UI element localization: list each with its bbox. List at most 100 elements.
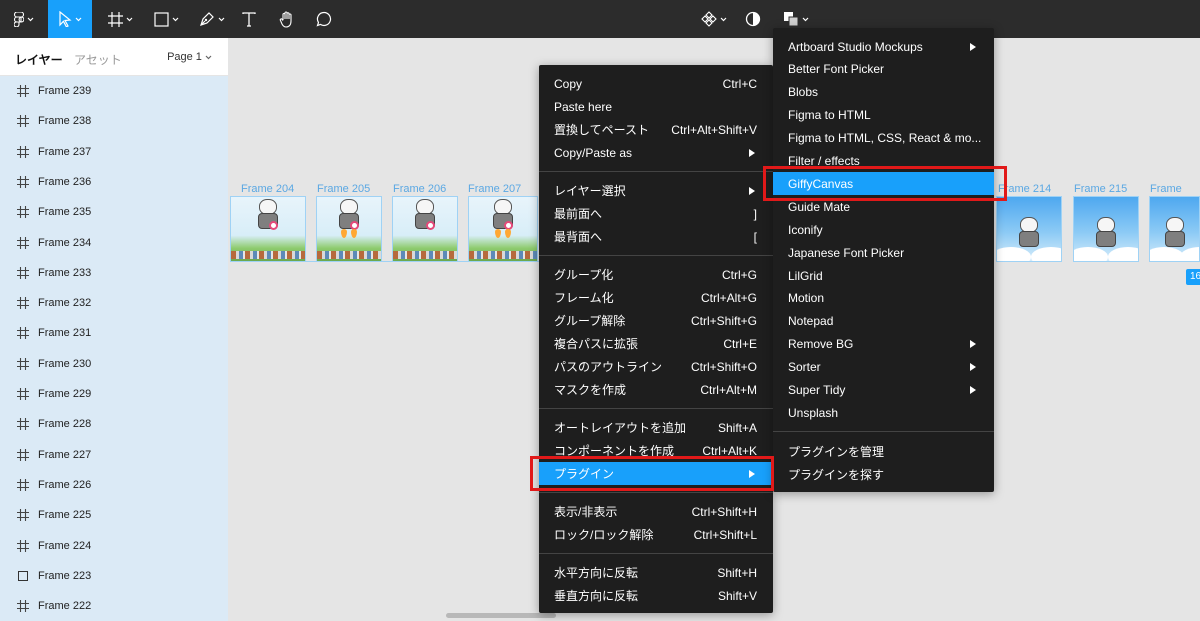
layer-item[interactable]: Frame 234	[0, 228, 228, 258]
frame-thumbnail[interactable]	[468, 196, 538, 262]
menu-item[interactable]: Copy/Paste as	[539, 141, 773, 164]
menu-item[interactable]: Notepad	[773, 310, 994, 333]
menu-item-label: 表示/非表示	[554, 505, 618, 519]
menu-item[interactable]: 垂直方向に反転 Shift+V	[539, 584, 773, 607]
text-tool-button[interactable]	[236, 0, 262, 38]
menu-item-label: Guide Mate	[788, 199, 851, 214]
comment-tool-button[interactable]	[311, 0, 337, 38]
menu-item-label: Motion	[788, 291, 825, 306]
chevron-down-icon	[218, 17, 225, 21]
menu-item[interactable]: マスクを作成 Ctrl+Alt+M	[539, 378, 773, 401]
menu-item[interactable]: 複合パスに拡張 Ctrl+E	[539, 332, 773, 355]
shape-tool-button[interactable]	[146, 0, 186, 38]
layer-item[interactable]: Frame 223	[0, 561, 228, 591]
character-image	[490, 199, 516, 238]
chevron-down-icon	[27, 17, 34, 21]
menu-item-shortcut: ]	[753, 206, 757, 221]
menu-item[interactable]: Super Tidy	[773, 379, 994, 402]
menu-item[interactable]: Motion	[773, 287, 994, 310]
frame-icon	[17, 478, 29, 491]
menu-item[interactable]: ロック/ロック解除 Ctrl+Shift+L	[539, 523, 773, 546]
horizontal-scrollbar[interactable]	[446, 613, 556, 618]
layer-item[interactable]: Frame 236	[0, 167, 228, 197]
frame-thumbnail[interactable]	[230, 196, 306, 262]
frame-label[interactable]: Frame 204	[241, 183, 294, 195]
hand-tool-button[interactable]	[274, 0, 300, 38]
layer-item[interactable]: Frame 235	[0, 197, 228, 227]
layer-item[interactable]: Frame 230	[0, 349, 228, 379]
menu-item-shortcut: [	[753, 229, 757, 244]
menu-item[interactable]: 表示/非表示 Ctrl+Shift+H	[539, 500, 773, 523]
tab-assets[interactable]: アセット	[74, 51, 122, 68]
menu-separator	[539, 170, 773, 172]
layer-item[interactable]: Frame 226	[0, 470, 228, 500]
menu-item[interactable]: LilGrid	[773, 264, 994, 287]
town-image	[231, 251, 305, 259]
menu-item[interactable]: 最背面へ [	[539, 225, 773, 248]
menu-item[interactable]: Copy Ctrl+C	[539, 72, 773, 95]
main-menu-button[interactable]	[4, 0, 44, 38]
layer-item[interactable]: Frame 222	[0, 591, 228, 621]
pen-tool-button[interactable]	[192, 0, 232, 38]
frame-thumbnail[interactable]	[392, 196, 458, 262]
menu-item[interactable]: 水平方向に反転 Shift+H	[539, 561, 773, 584]
menu-item-label: プラグインを管理	[788, 445, 885, 460]
layer-label: Frame 222	[38, 600, 92, 613]
frame-label[interactable]: Frame 206	[393, 183, 446, 195]
tab-layers[interactable]: レイヤー	[15, 51, 63, 68]
menu-item[interactable]: プラグインを管理	[773, 440, 994, 463]
contrast-button[interactable]	[740, 0, 766, 38]
layer-item[interactable]: Frame 239	[0, 76, 228, 106]
menu-item[interactable]: Better Font Picker	[773, 58, 994, 81]
frame-icon	[17, 418, 29, 431]
character-image	[255, 199, 281, 237]
menu-item[interactable]: 最前面へ]	[539, 202, 773, 225]
menu-item[interactable]: Japanese Font Picker	[773, 241, 994, 264]
layer-item[interactable]: Frame 232	[0, 288, 228, 318]
frame-label[interactable]: Frame 215	[1074, 183, 1127, 195]
layer-item[interactable]: Frame 224	[0, 531, 228, 561]
menu-item[interactable]: オートレイアウトを追加 Shift+A	[539, 416, 773, 439]
menu-item[interactable]: Paste here	[539, 95, 773, 118]
menu-item[interactable]: グループ化 Ctrl+G	[539, 263, 773, 286]
menu-item-label: Super Tidy	[788, 383, 846, 397]
menu-item[interactable]: フレーム化 Ctrl+Alt+G	[539, 286, 773, 309]
menu-item[interactable]: グループ解除 Ctrl+Shift+G	[539, 309, 773, 332]
menu-item[interactable]: Figma to HTML	[773, 104, 994, 127]
layer-item[interactable]: Frame 228	[0, 409, 228, 439]
move-tool-button[interactable]	[48, 0, 92, 38]
frame-icon	[17, 85, 29, 97]
menu-item[interactable]: パスのアウトライン Ctrl+Shift+O	[539, 355, 773, 378]
menu-item[interactable]: 置換してペースト Ctrl+Alt+Shift+V	[539, 118, 773, 141]
menu-item[interactable]: Iconify	[773, 218, 994, 241]
frame-thumbnail[interactable]	[996, 196, 1062, 262]
menu-item[interactable]: Figma to HTML, CSS, React & mo...	[773, 127, 994, 150]
menu-item-label: 最背面へ	[554, 230, 603, 244]
frame-tool-button[interactable]	[100, 0, 140, 38]
layer-item[interactable]: Frame 227	[0, 440, 228, 470]
menu-item[interactable]: Artboard Studio Mockups	[773, 35, 994, 58]
layer-item[interactable]: Frame 238	[0, 106, 228, 136]
frame-label[interactable]: Frame 207	[468, 183, 521, 195]
menu-item[interactable]: プラグインを探す	[773, 463, 994, 486]
frame-thumbnail[interactable]	[1149, 196, 1200, 262]
menu-item[interactable]: Unsplash	[773, 401, 994, 424]
frame-icon	[17, 206, 29, 219]
frame-thumbnail[interactable]	[1073, 196, 1139, 262]
layer-item[interactable]: Frame 225	[0, 500, 228, 530]
menu-item[interactable]: Remove BG	[773, 333, 994, 356]
layer-item[interactable]: Frame 233	[0, 258, 228, 288]
hand-tool-icon	[279, 10, 292, 28]
menu-item[interactable]: Blobs	[773, 81, 994, 104]
frame-icon	[17, 175, 29, 188]
layer-item[interactable]: Frame 237	[0, 137, 228, 167]
layer-item[interactable]: Frame 231	[0, 318, 228, 348]
frame-thumbnail[interactable]	[316, 196, 382, 262]
menu-item[interactable]: レイヤー選択	[539, 179, 773, 202]
frame-label[interactable]: Frame 205	[317, 183, 370, 195]
chevron-down-icon	[205, 55, 212, 60]
menu-item[interactable]: Sorter	[773, 356, 994, 379]
layer-item[interactable]: Frame 229	[0, 379, 228, 409]
page-selector[interactable]: Page 1	[167, 51, 212, 63]
component-button[interactable]	[696, 0, 732, 38]
